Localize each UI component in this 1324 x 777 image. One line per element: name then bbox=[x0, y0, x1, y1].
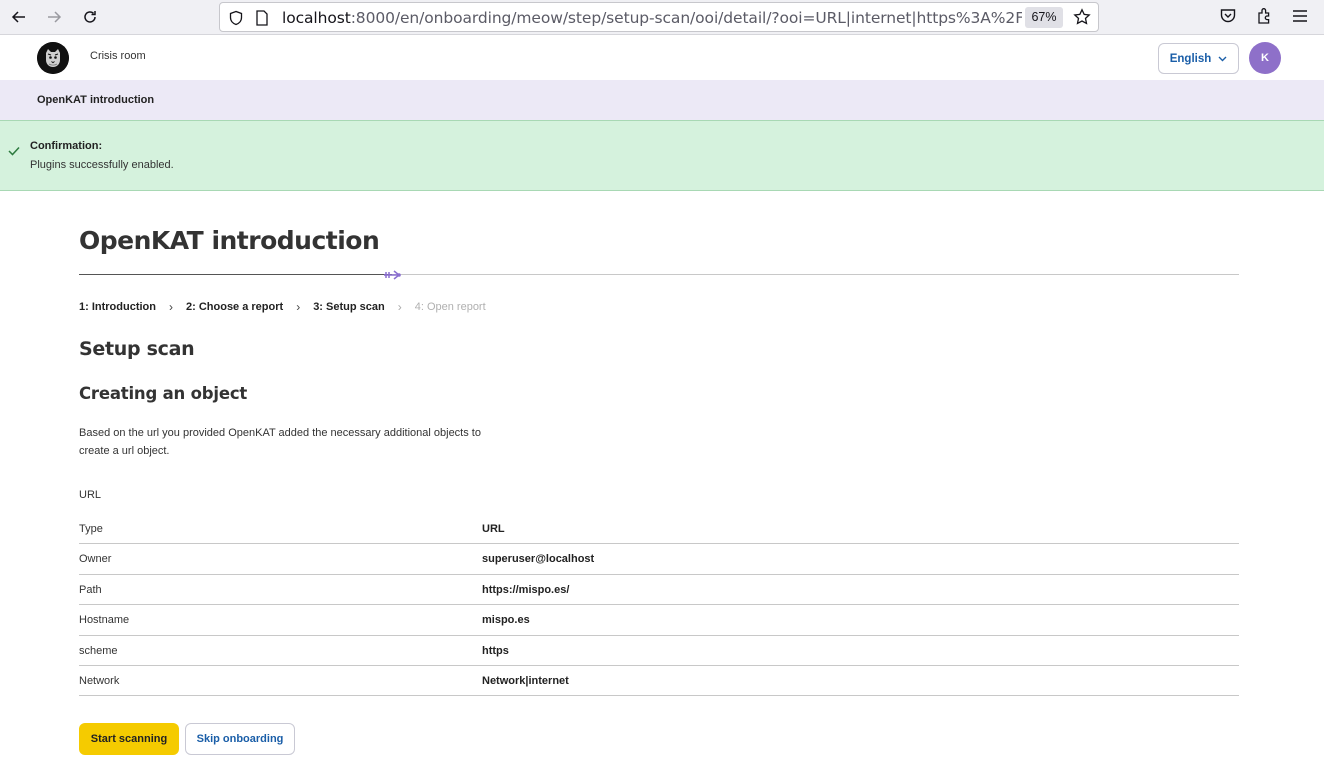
row-value: Network|internet bbox=[482, 674, 569, 687]
reload-icon[interactable] bbox=[77, 5, 103, 29]
shield-icon[interactable] bbox=[228, 10, 244, 31]
sub-navigation: OpenKAT introduction bbox=[0, 80, 1324, 120]
url-text[interactable]: localhost:8000/en/onboarding/meow/step/s… bbox=[282, 9, 1022, 27]
language-selector[interactable]: English bbox=[1158, 43, 1239, 74]
browser-toolbar: localhost:8000/en/onboarding/meow/step/s… bbox=[0, 0, 1324, 35]
row-key: Hostname bbox=[79, 614, 130, 627]
description: Based on the url you provided OpenKAT ad… bbox=[79, 427, 481, 457]
row-value: superuser@localhost bbox=[482, 553, 595, 566]
stepper: 1: Introduction › 2: Choose a report › 3… bbox=[79, 300, 486, 314]
chevron-down-icon bbox=[1218, 53, 1227, 65]
table-row: Hostname mispo.es bbox=[79, 605, 1239, 636]
page-title: OpenKAT introduction bbox=[79, 226, 380, 255]
language-label: English bbox=[1169, 52, 1212, 65]
row-key: Type bbox=[79, 523, 103, 535]
row-key: Network bbox=[79, 674, 120, 687]
subnav-title[interactable]: OpenKAT introduction bbox=[37, 94, 154, 106]
progress-marker-icon bbox=[383, 268, 403, 286]
table-row: Type URL bbox=[79, 514, 1239, 545]
row-value: https://mispo.es/ bbox=[482, 583, 570, 596]
subsection-title: Creating an object bbox=[79, 384, 248, 403]
step-setup-scan[interactable]: 3: Setup scan bbox=[313, 301, 385, 313]
table-row: scheme https bbox=[79, 636, 1239, 666]
crisis-room-link[interactable]: Crisis room bbox=[90, 50, 146, 62]
confirmation-banner: Confirmation: Plugins successfully enabl… bbox=[0, 120, 1324, 191]
bookmark-star-icon[interactable] bbox=[1073, 8, 1091, 31]
row-value: mispo.es bbox=[482, 614, 530, 627]
section-title: Setup scan bbox=[79, 338, 195, 360]
step-choose-report[interactable]: 2: Choose a report bbox=[186, 301, 283, 313]
back-icon[interactable] bbox=[6, 5, 32, 29]
chevron-right-icon: › bbox=[296, 300, 301, 314]
checkmark-icon bbox=[8, 143, 20, 161]
menu-icon[interactable] bbox=[1292, 7, 1308, 30]
step-open-report: 4: Open report bbox=[414, 301, 486, 313]
pocket-icon[interactable] bbox=[1219, 7, 1237, 30]
progress-fill bbox=[79, 274, 392, 275]
skip-onboarding-button[interactable]: Skip onboarding bbox=[185, 723, 295, 755]
object-details-table: Type URL Owner superuser@localhost Path … bbox=[79, 514, 1239, 697]
row-key: scheme bbox=[79, 644, 118, 657]
row-key: Owner bbox=[79, 553, 112, 566]
page-icon[interactable] bbox=[255, 10, 269, 31]
table-row: Owner superuser@localhost bbox=[79, 544, 1239, 575]
address-bar[interactable]: localhost:8000/en/onboarding/meow/step/s… bbox=[219, 2, 1099, 32]
row-key: Path bbox=[79, 583, 102, 596]
confirmation-message: Plugins successfully enabled. bbox=[30, 159, 174, 171]
confirmation-title: Confirmation: bbox=[30, 140, 103, 152]
zoom-level-badge[interactable]: 67% bbox=[1025, 7, 1063, 28]
forward-icon[interactable] bbox=[41, 5, 67, 29]
app-header: Crisis room English K bbox=[0, 36, 1324, 80]
chevron-right-icon: › bbox=[397, 300, 402, 314]
object-caption: URL bbox=[79, 489, 102, 501]
chevron-right-icon: › bbox=[169, 300, 173, 314]
user-avatar[interactable]: K bbox=[1249, 42, 1281, 74]
table-row: Network Network|internet bbox=[79, 666, 1239, 697]
table-row: Path https://mispo.es/ bbox=[79, 575, 1239, 606]
extensions-icon[interactable] bbox=[1256, 7, 1274, 30]
openkat-cat-logo[interactable] bbox=[37, 42, 69, 74]
step-introduction[interactable]: 1: Introduction bbox=[79, 301, 156, 313]
start-scanning-button[interactable]: Start scanning bbox=[79, 723, 179, 755]
row-value: URL bbox=[482, 523, 505, 535]
row-value: https bbox=[482, 644, 509, 657]
